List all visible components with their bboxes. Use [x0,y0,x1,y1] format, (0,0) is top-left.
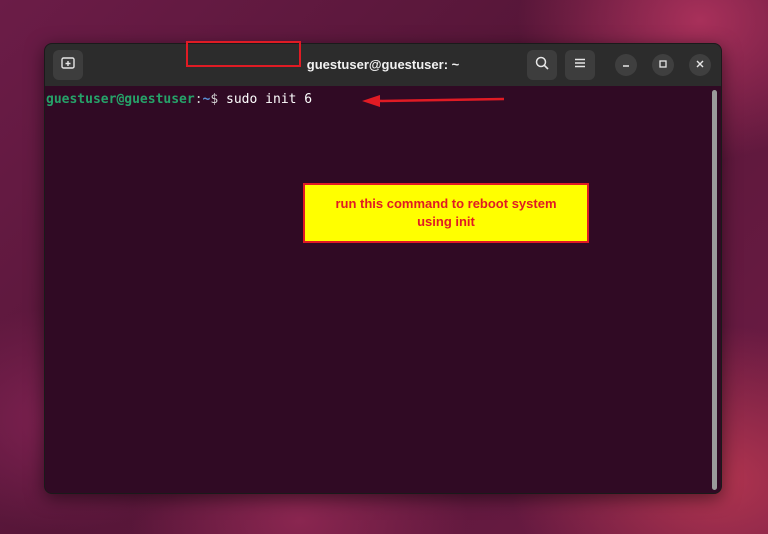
annotation-arrow [362,95,505,107]
callout-line-2: using init [417,214,475,229]
annotation-callout: run this command to reboot system using … [303,183,589,243]
callout-line-1: run this command to reboot system [335,196,557,211]
